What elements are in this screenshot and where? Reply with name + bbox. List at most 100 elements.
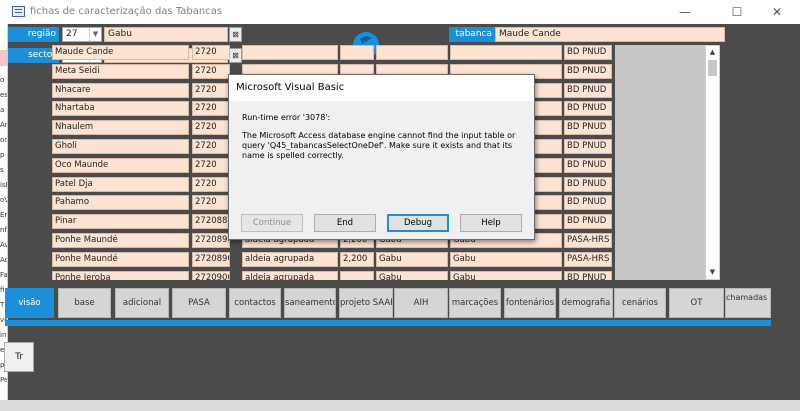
record-row[interactable]: Ponhe Maundé 2720890 aldeia agrupada 2,200 G…: [52, 251, 722, 268]
record-regiao-cell[interactable]: [376, 45, 448, 60]
navigation-item-fragment[interactable]: oV: [0, 196, 7, 204]
maximize-button[interactable]: ☐: [728, 3, 746, 21]
record-fonte-cell[interactable]: BD PNUD: [564, 82, 612, 98]
tab-fontenários[interactable]: fontenários: [504, 288, 556, 318]
tab-chamadas-telefone[interactable]: chamadas telefone: [725, 288, 771, 318]
record-fonte-cell[interactable]: PASA-HRS: [564, 233, 612, 248]
record-codigo-cell[interactable]: 2720: [192, 63, 230, 79]
record-nome-cell[interactable]: Nhaulem: [52, 120, 189, 136]
navigation-item-fragment[interactable]: p: [0, 151, 7, 159]
record-tipo-cell[interactable]: aldeia agrupada: [242, 251, 338, 267]
scroll-down-icon[interactable]: ▼: [706, 266, 719, 279]
tab-adicional[interactable]: adicional: [115, 288, 169, 318]
record-tipo-cell[interactable]: aldeia agrupada: [242, 270, 338, 280]
navigation-item-fragment[interactable]: Ad: [0, 256, 7, 264]
record-nome-cell[interactable]: Oco Maunde: [52, 157, 189, 173]
record-fonte-cell[interactable]: BD PNUD: [564, 214, 612, 230]
tabanca-field[interactable]: Maude Cande: [495, 27, 725, 42]
record-nome-cell[interactable]: Pahamo: [52, 195, 189, 211]
navigation-item-fragment[interactable]: Pe: [0, 376, 7, 384]
navigation-item-fragment[interactable]: ori: [0, 136, 7, 144]
navigation-item-fragment[interactable]: nf: [0, 226, 7, 234]
record-codigo-cell[interactable]: 2720890: [192, 233, 230, 248]
record-regiao-cell[interactable]: Gabu: [376, 251, 448, 267]
regiao-code-combo[interactable]: 27 ▼: [62, 27, 102, 42]
record-fonte-cell[interactable]: BD PNUD: [564, 63, 612, 79]
chevron-down-icon[interactable]: ▼: [89, 28, 101, 41]
tab-contactos[interactable]: contactos: [229, 288, 281, 318]
navigation-item-fragment[interactable]: a: [0, 106, 7, 114]
navigation-item-fragment[interactable]: es: [0, 91, 7, 99]
record-codigo-cell[interactable]: 2720: [192, 82, 230, 98]
record-nome-cell[interactable]: Gholi: [52, 139, 189, 154]
tab-AIH[interactable]: AIH: [394, 288, 448, 318]
tab-visão[interactable]: visão: [5, 288, 54, 318]
record-codigo-cell[interactable]: 2720: [192, 45, 230, 60]
record-codigo-cell[interactable]: 2720890: [192, 251, 230, 267]
record-fonte-cell[interactable]: BD PNUD: [564, 157, 612, 173]
record-num-cell[interactable]: 2,200: [340, 251, 374, 267]
record-codigo-cell[interactable]: 2720: [192, 176, 230, 192]
tab-projeto-SAAP[interactable]: projeto SAAP: [339, 288, 393, 318]
record-codigo-cell[interactable]: 2720900: [192, 270, 230, 280]
navigation-selected-item[interactable]: [0, 50, 7, 66]
record-codigo-cell[interactable]: 2720: [192, 139, 230, 154]
tab-saneamento[interactable]: saneamento: [284, 288, 336, 318]
record-fonte-cell[interactable]: BD PNUD: [564, 45, 612, 60]
scroll-up-icon[interactable]: ▲: [706, 46, 719, 59]
record-row[interactable]: Ponhe Jeroba 2720900 aldeia agrupada Gabu Ga…: [52, 270, 722, 280]
record-codigo-cell[interactable]: 2720: [192, 101, 230, 117]
record-nome-cell[interactable]: Ponhe Jeroba: [52, 270, 189, 280]
record-fonte-cell[interactable]: BD PNUD: [564, 120, 612, 136]
tab-OT[interactable]: OT: [669, 288, 724, 318]
help-button[interactable]: Help: [460, 214, 522, 232]
record-fonte-cell[interactable]: PASA-HRS: [564, 251, 612, 267]
record-codigo-cell[interactable]: 2720880: [192, 214, 230, 230]
record-nome-cell[interactable]: Meta Seidi: [52, 63, 189, 79]
record-sector-cell[interactable]: [450, 45, 562, 60]
tab-cenários[interactable]: cenários: [614, 288, 666, 318]
record-codigo-cell[interactable]: 2720: [192, 120, 230, 136]
record-fonte-cell[interactable]: BD PNUD: [564, 195, 612, 211]
clear-regiao-button[interactable]: ⊠: [229, 27, 242, 42]
record-nome-cell[interactable]: Ponhe Maundé: [52, 233, 189, 248]
record-num-cell[interactable]: [340, 45, 374, 60]
record-codigo-cell[interactable]: 2720: [192, 157, 230, 173]
tab-demografia[interactable]: demografia: [559, 288, 613, 318]
navigation-item-fragment[interactable]: s: [0, 166, 7, 174]
debug-button[interactable]: Debug: [387, 214, 449, 232]
record-nome-cell[interactable]: Nhacare: [52, 82, 189, 98]
record-fonte-cell[interactable]: BD PNUD: [564, 270, 612, 280]
record-nome-cell[interactable]: Ponhe Maundé: [52, 251, 189, 267]
record-fonte-cell[interactable]: BD PNUD: [564, 139, 612, 154]
record-nome-cell[interactable]: Pinar: [52, 214, 189, 230]
navigation-item-fragment[interactable]: o: [0, 76, 7, 84]
end-button[interactable]: End: [314, 214, 376, 232]
record-sector-cell[interactable]: Gabu: [450, 251, 562, 267]
record-fonte-cell[interactable]: BD PNUD: [564, 101, 612, 117]
regiao-name-field[interactable]: Gabu: [104, 27, 228, 42]
navigation-item-fragment[interactable]: isP: [0, 181, 7, 189]
record-sector-cell[interactable]: Gabu: [450, 270, 562, 280]
navigation-item-fragment[interactable]: Em: [0, 211, 7, 219]
record-nome-cell[interactable]: Nhartaba: [52, 101, 189, 117]
record-tipo-cell[interactable]: [242, 45, 338, 60]
record-row[interactable]: Maude Cande 2720 BD PNUD: [52, 45, 722, 61]
tab-base[interactable]: base: [58, 288, 111, 318]
navigation-item-fragment[interactable]: inf: [0, 331, 7, 339]
record-nome-cell[interactable]: Patel Dja: [52, 176, 189, 192]
record-fonte-cell[interactable]: BD PNUD: [564, 176, 612, 192]
navigation-item-fragment[interactable]: Av: [0, 241, 7, 249]
record-nome-cell[interactable]: Maude Cande: [52, 45, 189, 60]
tab-marcações[interactable]: marcações: [449, 288, 501, 318]
scroll-thumb[interactable]: [708, 60, 717, 76]
records-scrollbar[interactable]: ▲ ▼: [705, 45, 720, 280]
close-button[interactable]: ✕: [768, 3, 786, 21]
navigation-item-fragment[interactable]: Ar: [0, 121, 7, 129]
record-num-cell[interactable]: [340, 270, 374, 280]
record-regiao-cell[interactable]: Gabu: [376, 270, 448, 280]
minimize-button[interactable]: —: [676, 3, 694, 21]
tab-PASA[interactable]: PASA: [172, 288, 226, 318]
tr-button[interactable]: Tr: [4, 342, 34, 372]
navigation-item-fragment[interactable]: Fa: [0, 271, 7, 279]
